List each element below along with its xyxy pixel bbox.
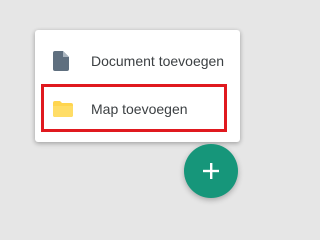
add-document-label: Document toevoegen — [91, 53, 225, 69]
add-folder-label: Map toevoegen — [91, 101, 188, 117]
add-folder-menu-item[interactable]: Map toevoegen — [35, 86, 240, 132]
folder-icon — [53, 101, 73, 117]
add-button[interactable] — [184, 144, 238, 198]
document-icon — [53, 51, 69, 71]
plus-icon — [203, 163, 219, 179]
add-menu: Document toevoegen Map toevoegen — [35, 30, 240, 142]
add-document-menu-item[interactable]: Document toevoegen — [35, 38, 240, 84]
